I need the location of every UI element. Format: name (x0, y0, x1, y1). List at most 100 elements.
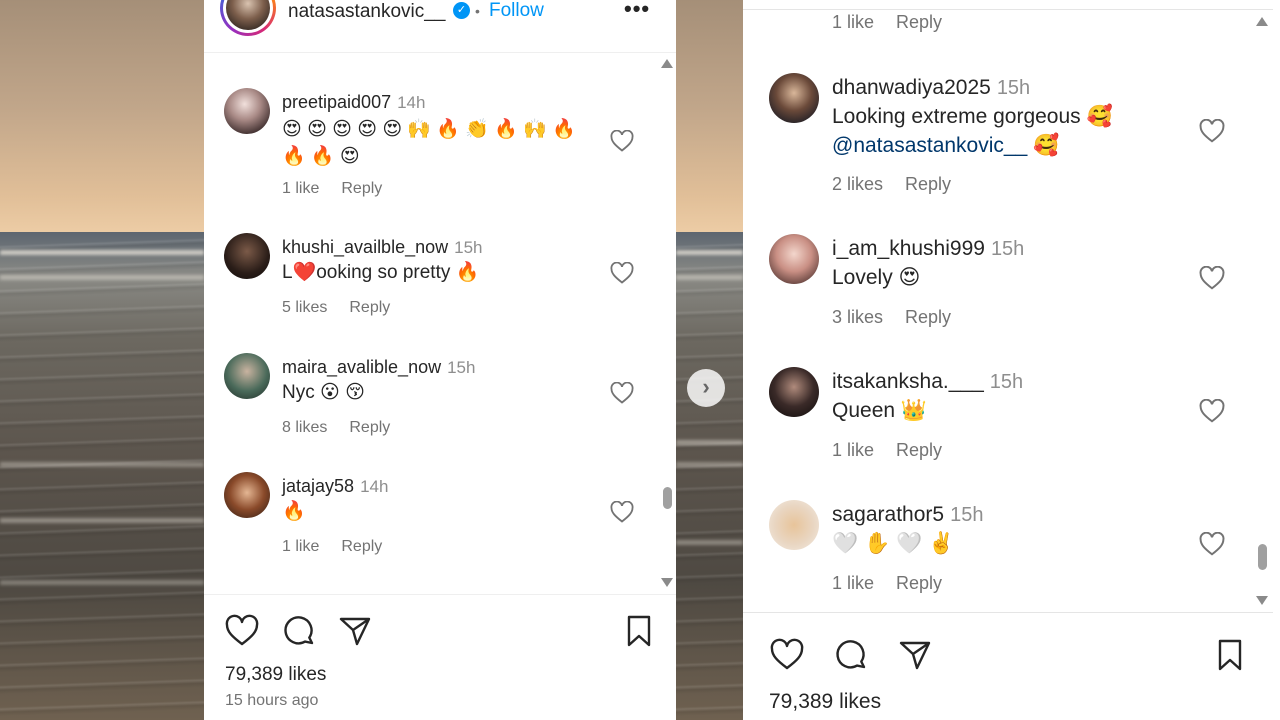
commenter-username[interactable]: khushi_availble_now (282, 237, 448, 257)
comment-meta: 3 likes Reply (832, 307, 951, 328)
commenter-avatar[interactable] (224, 472, 270, 518)
next-post-arrow-icon[interactable]: › (687, 369, 725, 407)
comment-heart-icon[interactable] (1199, 119, 1225, 143)
comment-header: maira_avalible_now 15h (282, 357, 475, 378)
commenter-avatar[interactable] (224, 353, 270, 399)
comment-like-count[interactable]: 3 likes (832, 307, 883, 327)
commenter-username[interactable]: i_am_khushi999 (832, 237, 985, 260)
commenter-username[interactable]: itsakanksha.___ (832, 370, 984, 393)
comment-heart-icon[interactable] (610, 382, 634, 404)
reply-button[interactable]: Reply (896, 573, 942, 593)
commenter-username[interactable]: sagarathor5 (832, 503, 944, 526)
divider (743, 612, 1273, 613)
share-send-icon[interactable] (897, 637, 933, 673)
comment-text: 😍 😍 😍 😍 😍 🙌 🔥 👏 🔥 🙌 🔥 🔥 🔥 😍 (282, 116, 576, 170)
comment-meta: 2 likes Reply (832, 174, 951, 195)
comments-scrollbar-thumb[interactable] (1258, 544, 1267, 570)
scroll-down-arrow-icon[interactable] (1256, 596, 1268, 605)
post-time-ago: 15 hours ago (225, 692, 319, 709)
reply-button[interactable]: Reply (896, 440, 942, 460)
comment-text: 🤍 ✋ 🤍 ✌️ (832, 532, 955, 555)
comment-heart-icon[interactable] (610, 501, 634, 523)
comment-heart-icon[interactable] (1199, 399, 1225, 423)
commenter-username[interactable]: dhanwadiya2025 (832, 76, 991, 99)
comment-like-count[interactable]: 8 likes (282, 419, 327, 436)
comment-heart-icon[interactable] (1199, 266, 1225, 290)
commenter-username[interactable]: jatajay58 (282, 476, 354, 496)
like-heart-icon[interactable] (224, 613, 260, 649)
comment-like-count[interactable]: 1 like (832, 440, 874, 460)
comment-meta: 1 like Reply (832, 573, 942, 594)
comment-header: i_am_khushi999 15h (832, 237, 1024, 261)
likes-count[interactable]: 79,389 likes (225, 664, 326, 686)
comment-like-count[interactable]: 1 like (832, 573, 874, 593)
comment-time: 15h (996, 77, 1031, 99)
comment-header: dhanwadiya2025 15h (832, 76, 1030, 100)
right-post-panel: 1 like Reply dhanwadiya2025 15h Looking ex… (743, 0, 1280, 720)
commenter-avatar[interactable] (224, 88, 270, 134)
save-bookmark-icon[interactable] (1212, 637, 1248, 673)
follow-button[interactable]: Follow (489, 0, 544, 22)
reply-button[interactable]: Reply (349, 419, 390, 436)
comment-like-count[interactable]: 1 like (282, 180, 319, 197)
commenter-avatar[interactable] (769, 73, 819, 123)
comments-scrollbar-thumb[interactable] (663, 487, 672, 509)
likes-count[interactable]: 79,389 likes (769, 690, 881, 714)
profile-username[interactable]: natasastankovic__ (288, 0, 445, 24)
comment-text-line: Looking extreme gorgeous 🥰 (832, 105, 1113, 128)
comment-meta: 1 like Reply (282, 538, 382, 556)
verified-badge-icon: ✓ (453, 2, 470, 19)
comment-time: 15h (454, 238, 483, 257)
separator-dot: • (475, 3, 480, 19)
comment-like-count[interactable]: 1 like (282, 538, 319, 555)
commenter-avatar[interactable] (224, 233, 270, 279)
comment-like-count[interactable]: 2 likes (832, 174, 883, 194)
comment-heart-icon[interactable] (1199, 532, 1225, 556)
reply-button[interactable]: Reply (905, 174, 951, 194)
more-options-icon[interactable]: ••• (624, 0, 650, 20)
comment-bubble-icon[interactable] (833, 637, 869, 673)
comment-meta: 8 likes Reply (282, 419, 390, 437)
post-photo-left (0, 0, 204, 720)
comment-heart-icon[interactable] (610, 130, 634, 152)
comment-meta: 5 likes Reply (282, 299, 390, 317)
reply-button[interactable]: Reply (349, 299, 390, 316)
reply-button[interactable]: Reply (341, 538, 382, 555)
comment-bubble-icon[interactable] (281, 613, 317, 649)
reply-button[interactable]: Reply (905, 307, 951, 327)
comment-like-count[interactable]: 1 like (832, 12, 874, 32)
like-heart-icon[interactable] (769, 637, 805, 673)
commenter-avatar[interactable] (769, 500, 819, 550)
scroll-up-arrow-icon[interactable] (661, 59, 673, 68)
commenter-username[interactable]: preetipaid007 (282, 92, 391, 112)
reply-button[interactable]: Reply (896, 12, 942, 32)
share-send-icon[interactable] (337, 613, 373, 649)
comment-time: 15h (950, 504, 984, 526)
comment-text-line: 😍 😍 😍 😍 😍 🙌 🔥 👏 🔥 🙌 🔥 (282, 119, 576, 140)
comment-time: 15h (447, 358, 476, 377)
post-header: natasastankovic__ ✓ • Follow ••• (204, 0, 676, 53)
comment-header: preetipaid007 14h (282, 92, 425, 113)
save-bookmark-icon[interactable] (621, 613, 657, 649)
reply-button[interactable]: Reply (341, 180, 382, 197)
profile-avatar[interactable] (220, 0, 276, 36)
commenter-avatar[interactable] (769, 234, 819, 284)
comment-emoji: 🥰 (1033, 134, 1060, 157)
comment-like-count[interactable]: 5 likes (282, 299, 327, 316)
post-actions-bar: 79,389 likes 15 hours ago (204, 594, 676, 720)
comment-mention-line: @natasastankovic__ 🥰 (832, 131, 1113, 160)
commenter-avatar[interactable] (769, 367, 819, 417)
comment-heart-icon[interactable] (610, 262, 634, 284)
divider (743, 9, 1273, 10)
comment-meta: 1 like Reply (832, 12, 942, 33)
comment-text-line: 🔥 🔥 😍 (282, 146, 360, 167)
comment-header: jatajay58 14h (282, 476, 388, 497)
comment-meta: 1 like Reply (832, 440, 942, 461)
mention-link[interactable]: @natasastankovic__ (832, 134, 1027, 157)
comment-header: khushi_availble_now 15h (282, 237, 483, 258)
scroll-up-arrow-icon[interactable] (1256, 17, 1268, 26)
post-photo-middle (676, 0, 743, 720)
commenter-username[interactable]: maira_avalible_now (282, 357, 441, 377)
comment-time: 14h (397, 93, 426, 112)
scroll-down-arrow-icon[interactable] (661, 578, 673, 587)
